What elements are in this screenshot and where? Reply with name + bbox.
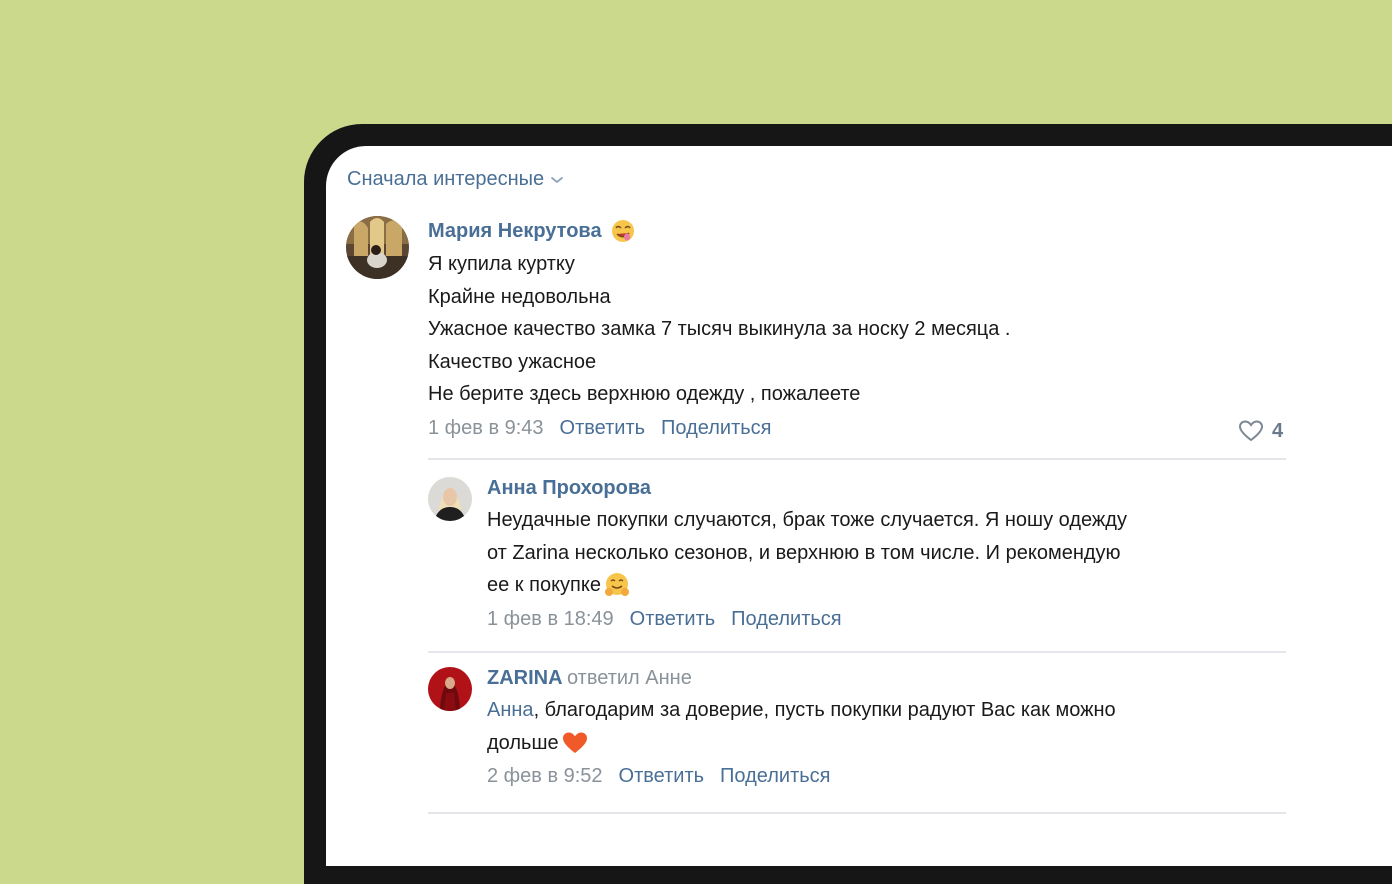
drooling-face-emoji-icon bbox=[611, 220, 634, 242]
reply-to-label[interactable]: ответил Анне bbox=[567, 667, 692, 689]
comment-text-line: Крайне недовольна bbox=[428, 285, 611, 308]
share-button[interactable]: Поделиться bbox=[731, 608, 841, 631]
comment-text-line: Не берите здесь верхнюю одежду , пожалее… bbox=[428, 383, 861, 405]
like-button[interactable]: 4 bbox=[1238, 419, 1283, 443]
comment-text-line: от Zarina несколько сезонов, и верхнюю в… bbox=[487, 541, 1121, 564]
comments-screen: Сначала интересные Мария Некрутова Я куп… bbox=[326, 146, 1392, 866]
avatar[interactable] bbox=[428, 477, 472, 521]
comment-date[interactable]: 2 фев в 9:52 bbox=[487, 765, 603, 788]
sort-dropdown[interactable]: Сначала интересные bbox=[347, 168, 564, 191]
reply-button[interactable]: Ответить bbox=[560, 417, 646, 440]
avatar[interactable] bbox=[346, 216, 409, 279]
comment-date[interactable]: 1 фев в 18:49 bbox=[487, 608, 614, 631]
comment-date[interactable]: 1 фев в 9:43 bbox=[428, 417, 544, 440]
avatar-image bbox=[428, 667, 472, 711]
comment-author[interactable]: Мария Некрутова bbox=[428, 220, 602, 243]
divider bbox=[428, 458, 1286, 460]
comment-author[interactable]: Анна Прохорова bbox=[487, 477, 1307, 500]
hugging-face-emoji-icon bbox=[604, 573, 629, 597]
reply-button[interactable]: Ответить bbox=[630, 608, 716, 631]
avatar[interactable] bbox=[428, 667, 472, 711]
comment-text-line: дольше bbox=[487, 731, 559, 754]
chevron-down-icon bbox=[551, 176, 564, 183]
mention-link[interactable]: Анна bbox=[487, 699, 534, 721]
share-button[interactable]: Поделиться bbox=[720, 765, 830, 788]
comment-text-line: Ужасное качество замка 7 тысяч выкинула … bbox=[428, 318, 1011, 340]
avatar-image bbox=[346, 216, 409, 279]
reply-button[interactable]: Ответить bbox=[619, 765, 705, 788]
divider bbox=[428, 812, 1286, 814]
share-button[interactable]: Поделиться bbox=[661, 417, 771, 440]
divider bbox=[428, 651, 1286, 653]
comment-author[interactable]: ZARINA bbox=[487, 667, 563, 689]
comment-text-line: Неудачные покупки случаются, брак тоже с… bbox=[487, 509, 1127, 531]
sort-label: Сначала интересные bbox=[347, 168, 545, 190]
avatar-image bbox=[428, 477, 472, 521]
comment-text-line: Я купила куртку bbox=[428, 253, 575, 275]
comment-text-line: Качество ужасное bbox=[428, 350, 597, 373]
like-count: 4 bbox=[1272, 419, 1284, 442]
heart-icon bbox=[1238, 420, 1264, 442]
orange-heart-emoji-icon bbox=[562, 732, 587, 753]
comment-text-line: , благодарим за доверие, пусть покупки р… bbox=[533, 699, 1116, 721]
comment-text-line: ее к покупке bbox=[487, 574, 601, 596]
